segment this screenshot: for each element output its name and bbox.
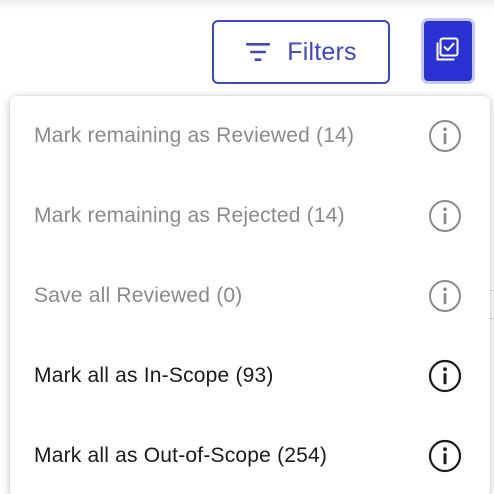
filters-button-label: Filters (287, 37, 357, 66)
bulk-actions-button[interactable] (424, 21, 472, 81)
info-icon[interactable] (428, 359, 462, 393)
top-shadow (0, 0, 494, 10)
menu-item-mark-all-in-scope[interactable]: Mark all as In-Scope (93) (10, 336, 490, 416)
filter-lines-icon (245, 41, 271, 63)
info-icon[interactable] (428, 199, 462, 233)
menu-item-label: Mark remaining as Reviewed (14) (34, 124, 355, 147)
menu-item-label: Save all Reviewed (0) (34, 284, 243, 307)
checkbox-stack-icon (434, 35, 462, 68)
menu-item-label: Mark all as In-Scope (93) (34, 364, 274, 387)
menu-item-label: Mark all as Out-of-Scope (254) (34, 444, 328, 467)
menu-item-mark-all-out-of-scope[interactable]: Mark all as Out-of-Scope (254) (10, 416, 490, 494)
bulk-actions-menu: Mark remaining as Reviewed (14) Mark rem… (10, 96, 490, 494)
menu-item-mark-remaining-rejected[interactable]: Mark remaining as Rejected (14) (10, 176, 490, 256)
menu-item-label: Mark remaining as Rejected (14) (34, 204, 345, 227)
menu-item-mark-remaining-reviewed[interactable]: Mark remaining as Reviewed (14) (10, 96, 490, 176)
info-icon[interactable] (428, 439, 462, 473)
page: Filters Mark remaining as Reviewed (14) (0, 0, 494, 494)
info-icon[interactable] (428, 279, 462, 313)
filters-button[interactable]: Filters (212, 20, 390, 84)
info-icon[interactable] (428, 119, 462, 153)
menu-item-save-all-reviewed[interactable]: Save all Reviewed (0) (10, 256, 490, 336)
